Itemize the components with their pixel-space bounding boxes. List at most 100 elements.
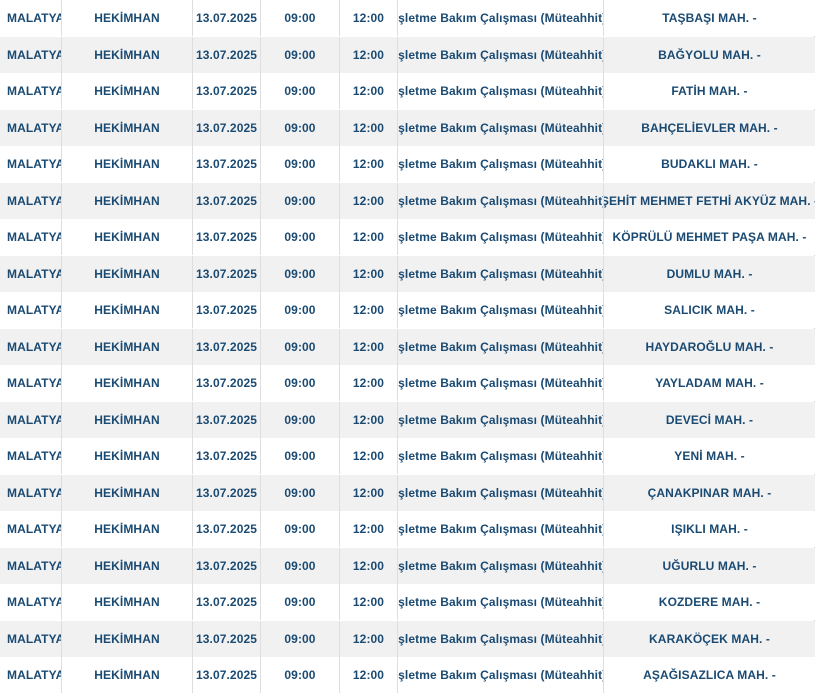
reason-cell: İşletme Bakım Çalışması (Müteahhit): [398, 256, 604, 292]
neighborhood-cell: SALICIK MAH. -: [664, 303, 755, 317]
city-cell: MALATYA: [0, 584, 62, 620]
reason-cell: İşletme Bakım Çalışması (Müteahhit): [398, 110, 604, 146]
district-cell: HEKİMHAN: [62, 511, 193, 547]
neighborhood-cell: YAYLADAM MAH. -: [655, 376, 764, 390]
reason-cell: İşletme Bakım Çalışması (Müteahhit): [398, 475, 604, 511]
city-cell: MALATYA: [0, 548, 62, 584]
table-row: MALATYA HEKİMHAN 13.07.2025 09:00 12:00 İşlet…: [0, 511, 815, 547]
start-time-cell: 09:00: [261, 146, 340, 182]
start-time-cell: 09:00: [261, 511, 340, 547]
date-cell: 13.07.2025: [193, 438, 261, 474]
date-cell: 13.07.2025: [193, 365, 261, 401]
end-time-cell: 12:00: [340, 402, 398, 438]
date-cell: 13.07.2025: [193, 183, 261, 219]
city-cell: MALATYA: [0, 657, 62, 693]
district-cell: HEKİMHAN: [62, 219, 193, 255]
reason-cell: İşletme Bakım Çalışması (Müteahhit): [398, 0, 604, 36]
end-time-cell: 12:00: [340, 329, 398, 365]
start-time-cell: 09:00: [261, 37, 340, 73]
district-cell: HEKİMHAN: [62, 621, 193, 657]
end-time-cell: 12:00: [340, 438, 398, 474]
start-time-cell: 09:00: [261, 256, 340, 292]
table-row: MALATYA HEKİMHAN 13.07.2025 09:00 12:00 İşlet…: [0, 256, 815, 292]
neighborhood-cell: AŞAĞISAZLICA MAH. -: [643, 668, 776, 682]
district-cell: HEKİMHAN: [62, 365, 193, 401]
reason-cell: İşletme Bakım Çalışması (Müteahhit): [398, 219, 604, 255]
start-time-cell: 09:00: [261, 548, 340, 584]
reason-cell: İşletme Bakım Çalışması (Müteahhit): [398, 146, 604, 182]
date-cell: 13.07.2025: [193, 548, 261, 584]
end-time-cell: 12:00: [340, 0, 398, 36]
end-time-cell: 12:00: [340, 183, 398, 219]
date-cell: 13.07.2025: [193, 657, 261, 693]
end-time-cell: 12:00: [340, 621, 398, 657]
date-cell: 13.07.2025: [193, 292, 261, 328]
table-row: MALATYA HEKİMHAN 13.07.2025 09:00 12:00 İşlet…: [0, 657, 815, 693]
city-cell: MALATYA: [0, 183, 62, 219]
reason-cell: İşletme Bakım Çalışması (Müteahhit): [398, 438, 604, 474]
date-cell: 13.07.2025: [193, 219, 261, 255]
neighborhood-cell: ŞEHİT MEHMET FETHİ AKYÜZ MAH. -: [604, 194, 815, 208]
table-row: MALATYA HEKİMHAN 13.07.2025 09:00 12:00 İşlet…: [0, 475, 815, 511]
city-cell: MALATYA: [0, 110, 62, 146]
neighborhood-cell: KARAKÖÇEK MAH. -: [649, 632, 770, 646]
reason-cell: İşletme Bakım Çalışması (Müteahhit): [398, 73, 604, 109]
date-cell: 13.07.2025: [193, 256, 261, 292]
district-cell: HEKİMHAN: [62, 548, 193, 584]
district-cell: HEKİMHAN: [62, 37, 193, 73]
city-cell: MALATYA: [0, 438, 62, 474]
district-cell: HEKİMHAN: [62, 110, 193, 146]
table-row: MALATYA HEKİMHAN 13.07.2025 09:00 12:00 İşlet…: [0, 37, 815, 73]
table-row: MALATYA HEKİMHAN 13.07.2025 09:00 12:00 İşlet…: [0, 292, 815, 328]
table-row: MALATYA HEKİMHAN 13.07.2025 09:00 12:00 İşlet…: [0, 548, 815, 584]
neighborhood-cell: FATİH MAH. -: [671, 84, 748, 98]
neighborhood-cell: DUMLU MAH. -: [666, 267, 753, 281]
city-cell: MALATYA: [0, 0, 62, 36]
district-cell: HEKİMHAN: [62, 329, 193, 365]
date-cell: 13.07.2025: [193, 37, 261, 73]
start-time-cell: 09:00: [261, 219, 340, 255]
date-cell: 13.07.2025: [193, 0, 261, 36]
city-cell: MALATYA: [0, 402, 62, 438]
end-time-cell: 12:00: [340, 548, 398, 584]
district-cell: HEKİMHAN: [62, 475, 193, 511]
district-cell: HEKİMHAN: [62, 73, 193, 109]
city-cell: MALATYA: [0, 621, 62, 657]
city-cell: MALATYA: [0, 292, 62, 328]
table-row: MALATYA HEKİMHAN 13.07.2025 09:00 12:00 İşlet…: [0, 584, 815, 620]
neighborhood-cell: KOZDERE MAH. -: [658, 595, 761, 609]
date-cell: 13.07.2025: [193, 475, 261, 511]
district-cell: HEKİMHAN: [62, 402, 193, 438]
city-cell: MALATYA: [0, 256, 62, 292]
end-time-cell: 12:00: [340, 475, 398, 511]
city-cell: MALATYA: [0, 475, 62, 511]
end-time-cell: 12:00: [340, 657, 398, 693]
city-cell: MALATYA: [0, 365, 62, 401]
start-time-cell: 09:00: [261, 329, 340, 365]
start-time-cell: 09:00: [261, 73, 340, 109]
outage-table: MALATYA HEKİMHAN 13.07.2025 09:00 12:00 İşlet…: [0, 0, 815, 693]
table-row: MALATYA HEKİMHAN 13.07.2025 09:00 12:00 İşlet…: [0, 329, 815, 365]
neighborhood-cell: KÖPRÜLÜ MEHMET PAŞA MAH. -: [612, 230, 807, 244]
table-row: MALATYA HEKİMHAN 13.07.2025 09:00 12:00 İşlet…: [0, 73, 815, 109]
end-time-cell: 12:00: [340, 365, 398, 401]
start-time-cell: 09:00: [261, 657, 340, 693]
reason-cell: İşletme Bakım Çalışması (Müteahhit): [398, 584, 604, 620]
table-row: MALATYA HEKİMHAN 13.07.2025 09:00 12:00 İşlet…: [0, 365, 815, 401]
table-row: MALATYA HEKİMHAN 13.07.2025 09:00 12:00 İşlet…: [0, 402, 815, 438]
end-time-cell: 12:00: [340, 146, 398, 182]
date-cell: 13.07.2025: [193, 329, 261, 365]
end-time-cell: 12:00: [340, 219, 398, 255]
reason-cell: İşletme Bakım Çalışması (Müteahhit): [398, 365, 604, 401]
reason-cell: İşletme Bakım Çalışması (Müteahhit): [398, 657, 604, 693]
date-cell: 13.07.2025: [193, 402, 261, 438]
start-time-cell: 09:00: [261, 183, 340, 219]
date-cell: 13.07.2025: [193, 621, 261, 657]
date-cell: 13.07.2025: [193, 584, 261, 620]
neighborhood-cell: BAĞYOLU MAH. -: [658, 48, 761, 62]
reason-cell: İşletme Bakım Çalışması (Müteahhit): [398, 621, 604, 657]
start-time-cell: 09:00: [261, 110, 340, 146]
table-row: MALATYA HEKİMHAN 13.07.2025 09:00 12:00 İşlet…: [0, 146, 815, 182]
neighborhood-cell: BAHÇELİEVLER MAH. -: [641, 121, 778, 135]
neighborhood-cell: TAŞBAŞI MAH. -: [662, 11, 757, 25]
